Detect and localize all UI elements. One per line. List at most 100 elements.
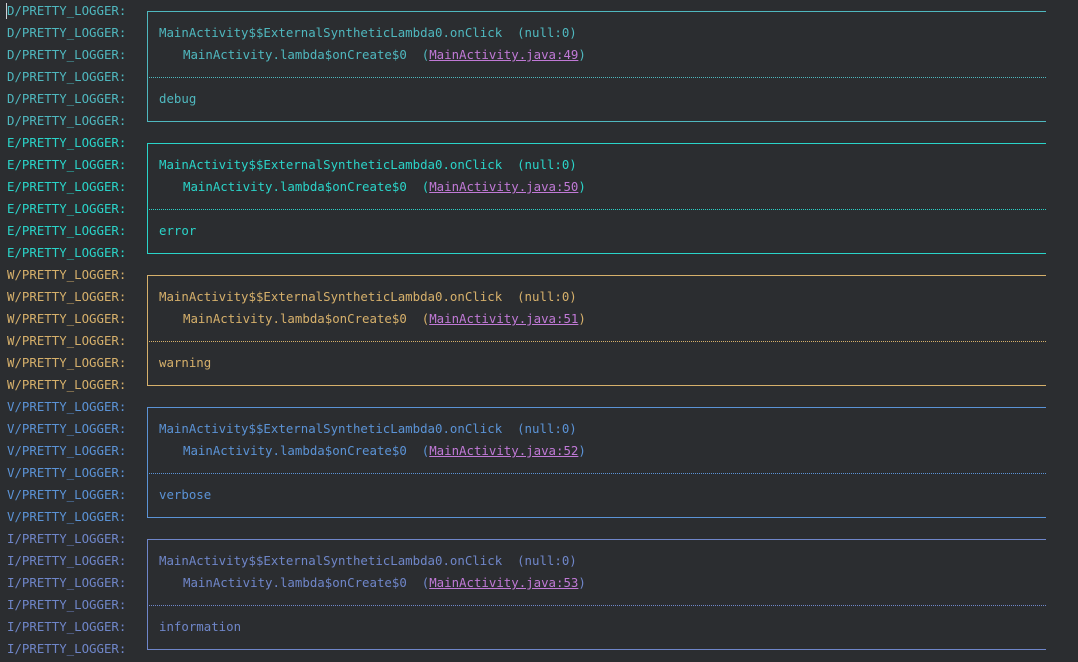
box-border-vertical [147,572,148,594]
log-tag: E/PRETTY_LOGGER: [7,157,127,172]
paren-open: ( [406,575,430,590]
source-link[interactable]: MainActivity.java:50 [429,179,578,194]
stack-caller: MainActivity.lambda$onCreate$0 (MainActi… [159,308,586,330]
log-line[interactable]: V/PRETTY_LOGGER: MainActivity.lambda$onCr… [0,440,1078,462]
log-line[interactable]: W/PRETTY_LOGGER: [0,264,1078,286]
stack-method: MainActivity$$ExternalSyntheticLambda0.o… [159,286,577,308]
log-line[interactable]: D/PRETTY_LOGGER: MainActivity$$ExternalSy… [0,22,1078,44]
log-message: debug [159,91,197,106]
log-line[interactable]: D/PRETTY_LOGGER: [0,66,1078,88]
box-border-vertical [147,352,148,374]
log-tag: W/PRETTY_LOGGER: [7,355,127,370]
source-link[interactable]: MainActivity.java:49 [429,47,578,62]
method-location: (null:0) [517,25,577,40]
log-line[interactable]: V/PRETTY_LOGGER: verbose [0,484,1078,506]
log-tag: D/PRETTY_LOGGER: [7,91,127,106]
log-tag: W/PRETTY_LOGGER: [7,289,127,304]
box-border-vertical [147,374,148,385]
box-border-vertical [147,484,148,506]
log-line[interactable]: E/PRETTY_LOGGER: [0,242,1078,264]
paren-close: ) [578,47,586,62]
log-line[interactable]: E/PRETTY_LOGGER: MainActivity$$ExternalSy… [0,154,1078,176]
log-line[interactable]: D/PRETTY_LOGGER: debug [0,88,1078,110]
log-tag: V/PRETTY_LOGGER: [7,399,127,414]
log-tag: V/PRETTY_LOGGER: [7,421,127,436]
log-line[interactable]: E/PRETTY_LOGGER: MainActivity.lambda$onCr… [0,176,1078,198]
method-location: (null:0) [517,553,577,568]
box-border-top [147,528,1046,550]
log-tag: D/PRETTY_LOGGER: [7,113,127,128]
box-border-horizontal [147,605,1046,606]
box-border-vertical [147,440,148,462]
log-line[interactable]: W/PRETTY_LOGGER: MainActivity.lambda$onCr… [0,308,1078,330]
paren-close: ) [578,179,586,194]
box-border-bot [147,374,1046,396]
log-line[interactable]: I/PRETTY_LOGGER: MainActivity$$ExternalSy… [0,550,1078,572]
text-cursor [6,3,7,19]
log-line[interactable]: I/PRETTY_LOGGER: [0,528,1078,550]
box-border-top [147,264,1046,286]
log-line[interactable]: V/PRETTY_LOGGER: [0,396,1078,418]
box-border-vertical [147,539,148,550]
log-line[interactable]: V/PRETTY_LOGGER: [0,506,1078,528]
stack-caller: MainActivity.lambda$onCreate$0 (MainActi… [159,176,586,198]
box-border-bot [147,242,1046,264]
log-line[interactable]: I/PRETTY_LOGGER: MainActivity.lambda$onCr… [0,572,1078,594]
caller-name: MainActivity.lambda$onCreate$0 [183,47,407,62]
log-line[interactable]: V/PRETTY_LOGGER: [0,462,1078,484]
stack-method: MainActivity$$ExternalSyntheticLambda0.o… [159,550,577,572]
box-border-vertical [147,154,148,176]
log-line[interactable]: W/PRETTY_LOGGER: [0,330,1078,352]
log-tag: I/PRETTY_LOGGER: [7,531,127,546]
box-border-bot [147,638,1046,660]
log-line[interactable]: D/PRETTY_LOGGER: MainActivity.lambda$onCr… [0,44,1078,66]
log-tag: E/PRETTY_LOGGER: [7,179,127,194]
box-border-horizontal [147,385,1046,386]
log-line[interactable]: W/PRETTY_LOGGER: MainActivity$$ExternalSy… [0,286,1078,308]
log-tag: V/PRETTY_LOGGER: [7,465,127,480]
box-border-vertical [147,418,148,440]
log-line[interactable]: V/PRETTY_LOGGER: MainActivity$$ExternalSy… [0,418,1078,440]
method-name: MainActivity$$ExternalSyntheticLambda0.o… [159,421,503,436]
log-line[interactable]: E/PRETTY_LOGGER: error [0,220,1078,242]
box-border-horizontal [147,121,1046,122]
log-message: information [159,619,242,634]
box-border-vertical [147,220,148,242]
source-link[interactable]: MainActivity.java:52 [429,443,578,458]
log-line[interactable]: W/PRETTY_LOGGER: warning [0,352,1078,374]
log-tag: E/PRETTY_LOGGER: [7,201,127,216]
log-tag: D/PRETTY_LOGGER: [7,47,127,62]
log-line[interactable]: E/PRETTY_LOGGER: [0,198,1078,220]
method-name: MainActivity$$ExternalSyntheticLambda0.o… [159,289,503,304]
stack-caller: MainActivity.lambda$onCreate$0 (MainActi… [159,440,586,462]
source-link[interactable]: MainActivity.java:53 [429,575,578,590]
log-line[interactable]: D/PRETTY_LOGGER: [0,0,1078,22]
box-border-top [147,0,1046,22]
log-tag: V/PRETTY_LOGGER: [7,443,127,458]
box-border-bot [147,506,1046,528]
box-border-horizontal [147,11,1046,12]
method-location: (null:0) [517,289,577,304]
box-border-horizontal [147,77,1046,78]
log-tag: W/PRETTY_LOGGER: [7,311,127,326]
source-link[interactable]: MainActivity.java:51 [429,311,578,326]
log-line[interactable]: I/PRETTY_LOGGER: [0,594,1078,616]
box-border-horizontal [147,407,1046,408]
log-line[interactable]: D/PRETTY_LOGGER: [0,110,1078,132]
box-border-vertical [147,407,148,418]
stack-method: MainActivity$$ExternalSyntheticLambda0.o… [159,22,577,44]
log-line[interactable]: E/PRETTY_LOGGER: [0,132,1078,154]
method-name: MainActivity$$ExternalSyntheticLambda0.o… [159,157,503,172]
log-line[interactable]: W/PRETTY_LOGGER: [0,374,1078,396]
box-border-mid [147,352,1046,374]
stack-method: MainActivity$$ExternalSyntheticLambda0.o… [159,154,577,176]
box-border-sep [147,198,1046,220]
log-line[interactable]: I/PRETTY_LOGGER: [0,638,1078,660]
log-line[interactable]: I/PRETTY_LOGGER: information [0,616,1078,638]
stack-method: MainActivity$$ExternalSyntheticLambda0.o… [159,418,577,440]
box-border-horizontal [147,539,1046,540]
box-border-horizontal [147,275,1046,276]
paren-open: ( [406,311,430,326]
